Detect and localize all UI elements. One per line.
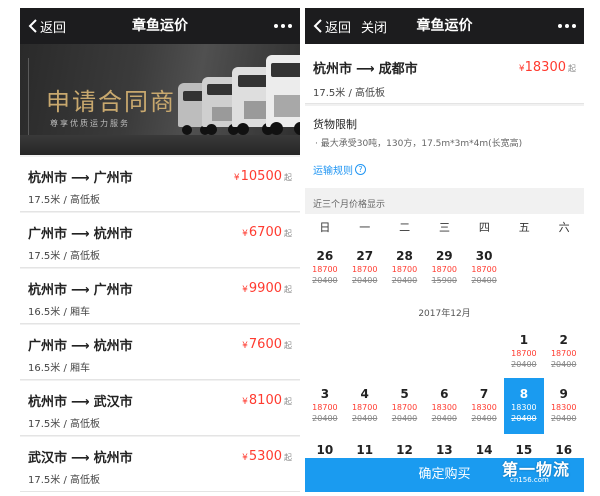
- route-spec: 16.5米 / 厢车: [28, 363, 90, 374]
- back-label: 返回: [40, 20, 67, 36]
- route-title: 杭州市 ⟶ 成都市: [313, 62, 418, 77]
- route-title: 杭州市 ⟶ 武汉市: [28, 395, 133, 410]
- route-price: ¥9900 起: [242, 281, 292, 296]
- chevron-left-icon: [28, 19, 37, 33]
- banner-subline: 尊享优质运力服务: [50, 119, 130, 128]
- route-summary: 杭州市 ⟶ 成都市 17.5米 / 高低板 ¥18300 起: [305, 44, 584, 104]
- calendar-day[interactable]: 5 18700 20400: [385, 386, 425, 424]
- route-title: 杭州市 ⟶ 广州市: [28, 283, 133, 298]
- month-label: 2017年12月: [418, 309, 471, 319]
- route-title: 杭州市 ⟶ 广州市: [28, 171, 133, 186]
- route-price: ¥5300 起: [242, 449, 292, 464]
- back-button[interactable]: 返回: [28, 8, 66, 44]
- route-title: 广州市 ⟶ 杭州市: [28, 227, 133, 242]
- banner-edge-line: [28, 58, 34, 138]
- calendar-day[interactable]: 14: [464, 442, 504, 458]
- route-detail-screen: 返回 关闭 章鱼运价 杭州市 ⟶ 成都市 17.5米 / 高低板 ¥18300 起 货…: [305, 8, 584, 492]
- calendar-day[interactable]: 10: [305, 442, 345, 458]
- nav-bar: 返回 关闭 章鱼运价: [305, 8, 584, 44]
- route-price: ¥8100 起: [242, 393, 292, 408]
- weekday-label: 日: [319, 221, 331, 234]
- calendar-day[interactable]: 26 18700 20400: [305, 248, 345, 286]
- route-spec: 16.5米 / 厢车: [28, 307, 90, 318]
- route-spec: 17.5米 / 高低板: [28, 419, 100, 430]
- route-item[interactable]: 杭州市 ⟶ 武汉市 17.5米 / 高低板 ¥8100 起: [20, 381, 300, 436]
- route-spec: 17.5米 / 高低板: [28, 475, 100, 486]
- route-item[interactable]: 杭州市 ⟶ 广州市 16.5米 / 厢车 ¥9900 起: [20, 269, 300, 324]
- truck-image: [266, 51, 300, 135]
- route-item[interactable]: 武汉市 ⟶ 杭州市 17.5米 / 高低板 ¥5300 起: [20, 437, 300, 492]
- calendar-day[interactable]: 30 18700 20400: [464, 248, 504, 286]
- calendar-day[interactable]: 27 18700 20400: [345, 248, 385, 286]
- chevron-left-icon: [313, 19, 322, 33]
- calendar-day[interactable]: 28 18700 20400: [385, 248, 425, 286]
- route-item[interactable]: 广州市 ⟶ 杭州市 16.5米 / 厢车 ¥7600 起: [20, 325, 300, 380]
- calendar-day[interactable]: 6 18300 20400: [424, 386, 464, 424]
- route-price: ¥7600 起: [242, 337, 292, 352]
- price-calendar: 日 一 二 三 四 五 六 26 18700 20400 27 18700 20400 …: [305, 214, 584, 492]
- route-price: ¥6700 起: [242, 225, 292, 240]
- calendar-day[interactable]: 1 18700 20400: [504, 332, 544, 370]
- transport-rules-link[interactable]: 运输规则?: [313, 162, 366, 177]
- banner-ground: [20, 135, 300, 155]
- calendar-day-selected[interactable]: 8 18300 20400: [504, 378, 544, 434]
- weekday-label: 五: [518, 221, 530, 234]
- weekday-label: 六: [558, 221, 570, 234]
- weekday-label: 四: [478, 221, 490, 234]
- cargo-limit-text: · 最大承受30吨，130方，17.5m*3m*4m(长宽高): [315, 139, 523, 149]
- calendar-day[interactable]: 29 18700 15900: [424, 248, 464, 286]
- route-title: 武汉市 ⟶ 杭州市: [28, 451, 133, 466]
- watermark-logo: 第一物流 cn156.com: [502, 456, 582, 486]
- calendar-header: 近三个月价格显示: [305, 192, 584, 214]
- calendar-day[interactable]: 12: [385, 442, 425, 458]
- route-spec: 17.5米 / 高低板: [313, 88, 385, 99]
- cargo-limit-section: 货物限制 · 最大承受30吨，130方，17.5m*3m*4m(长宽高) 运输规…: [305, 106, 584, 188]
- weekday-label: 二: [399, 221, 411, 234]
- route-item[interactable]: 广州市 ⟶ 杭州市 17.5米 / 高低板 ¥6700 起: [20, 213, 300, 268]
- calendar-day[interactable]: 9 18300 20400: [544, 386, 584, 424]
- back-button[interactable]: 返回 关闭: [313, 8, 387, 44]
- calendar-day[interactable]: 7 18300 20400: [464, 386, 504, 424]
- weekday-row: 日 一 二 三 四 五 六: [305, 214, 584, 242]
- route-price: ¥10500 起: [233, 169, 292, 184]
- watermark-sub: cn156.com: [510, 476, 549, 484]
- calendar-day[interactable]: 4 18700 20400: [345, 386, 385, 424]
- question-icon: ?: [355, 164, 366, 175]
- route-spec: 17.5米 / 高低板: [28, 251, 100, 262]
- more-icon[interactable]: [274, 18, 292, 34]
- calendar-day[interactable]: 3 18700 20400: [305, 386, 345, 424]
- close-button[interactable]: 关闭: [361, 17, 387, 36]
- route-price: ¥18300 起: [518, 60, 576, 75]
- route-list: 杭州市 ⟶ 广州市 17.5米 / 高低板 ¥10500 起 广州市 ⟶ 杭州市 17.5…: [20, 157, 300, 492]
- weekday-label: 一: [359, 221, 371, 234]
- more-icon[interactable]: [558, 18, 576, 34]
- weekday-label: 三: [439, 221, 450, 234]
- cargo-limit-title: 货物限制: [313, 118, 357, 131]
- route-spec: 17.5米 / 高低板: [28, 195, 100, 206]
- route-item[interactable]: 杭州市 ⟶ 广州市 17.5米 / 高低板 ¥10500 起: [20, 157, 300, 212]
- banner-headline: 申请合同商: [46, 88, 176, 116]
- route-list-screen: 返回 章鱼运价 申请合同商 尊享优质运力服务 杭州市 ⟶ 广州市 17.5米 /…: [20, 8, 300, 492]
- contract-banner[interactable]: 申请合同商 尊享优质运力服务: [20, 44, 300, 155]
- calendar-day[interactable]: 2 18700 20400: [544, 332, 584, 370]
- calendar-day[interactable]: 13: [424, 442, 464, 458]
- nav-bar: 返回 章鱼运价: [20, 8, 300, 44]
- back-label: 返回: [325, 20, 352, 36]
- calendar-day[interactable]: 11: [345, 442, 385, 458]
- route-title: 广州市 ⟶ 杭州市: [28, 339, 133, 354]
